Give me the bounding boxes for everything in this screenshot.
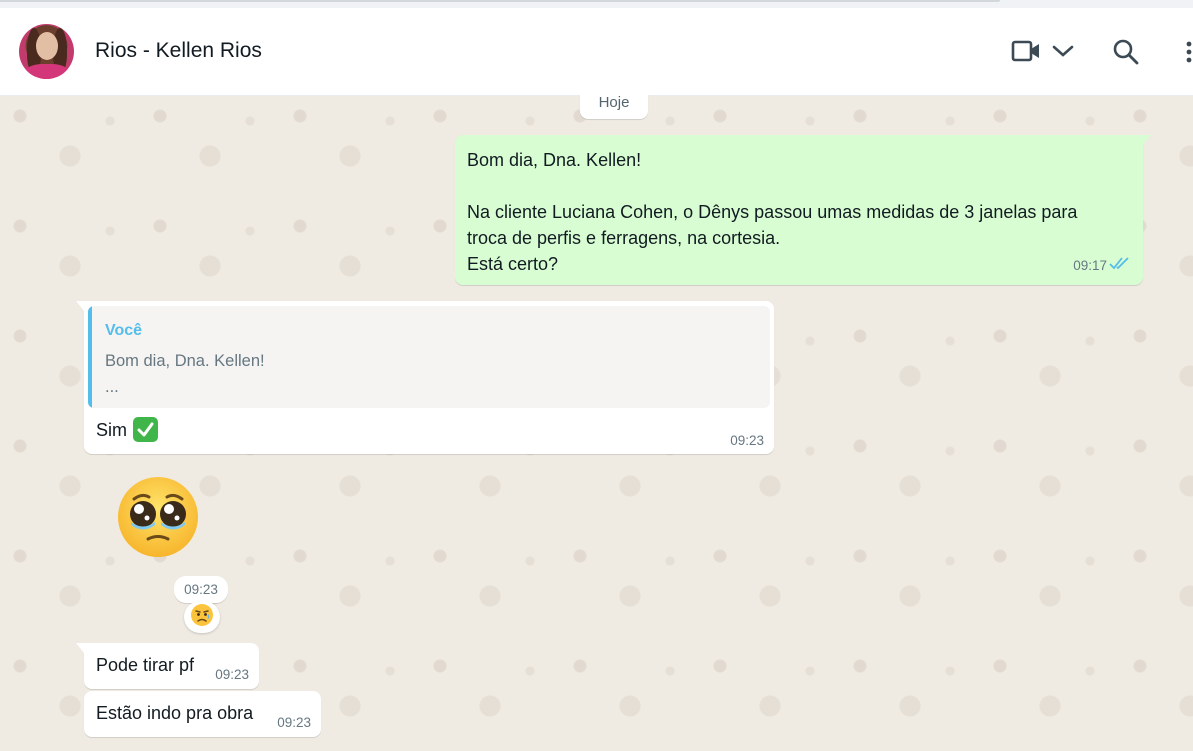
message-text: Pode tirar pf xyxy=(96,655,195,675)
chevron-down-icon[interactable] xyxy=(1052,44,1074,58)
menu-icon[interactable] xyxy=(1186,41,1192,63)
quoted-author: Você xyxy=(105,322,143,339)
incoming-message[interactable]: Estão indo pra obra 09:23 xyxy=(84,691,321,737)
message-time: 09:23 xyxy=(730,433,764,448)
message-time: 09:17 xyxy=(1073,258,1107,273)
message-line: Na cliente Luciana Cohen, o Dênys passou… xyxy=(467,202,1078,222)
message-line xyxy=(467,173,1131,199)
contact-avatar[interactable] xyxy=(19,24,74,79)
read-ticks-icon xyxy=(1109,251,1131,277)
date-divider: Hoje xyxy=(580,88,648,119)
message-line: Está certo? xyxy=(467,254,559,274)
chat-header: Rios - Kellen Rios xyxy=(0,8,1193,96)
reply-message[interactable]: Você Bom dia, Dna. Kellen! ... Sim 09:23 xyxy=(76,301,774,454)
window-top-strip xyxy=(0,0,1193,8)
quoted-text: Bom dia, Dna. Kellen! xyxy=(105,352,265,370)
sad-but-relieved-face-emoji xyxy=(190,603,214,632)
message-time: 09:23 xyxy=(174,576,228,603)
contact-name[interactable]: Rios - Kellen Rios xyxy=(95,39,262,63)
quoted-message[interactable]: Você Bom dia, Dna. Kellen! ... xyxy=(88,306,770,408)
message-line: Bom dia, Dna. Kellen! xyxy=(467,150,642,170)
quoted-text-ellipsis: ... xyxy=(105,378,119,396)
message-time: 09:23 xyxy=(277,715,311,730)
video-call-icon[interactable] xyxy=(1011,40,1041,62)
incoming-message[interactable]: Pode tirar pf 09:23 xyxy=(76,643,259,689)
message-line: troca de perfis e ferragens, na cortesia… xyxy=(467,228,781,248)
message-text: Estão indo pra obra xyxy=(96,703,254,723)
check-mark-button-emoji xyxy=(133,417,158,442)
pleading-face-emoji[interactable] xyxy=(116,475,200,564)
outgoing-message[interactable]: Bom dia, Dna. Kellen! Na cliente Luciana… xyxy=(455,135,1151,285)
message-text: Sim xyxy=(96,420,127,440)
message-time: 09:23 xyxy=(215,667,249,682)
reaction-badge[interactable] xyxy=(184,601,220,633)
search-icon[interactable] xyxy=(1112,38,1140,66)
